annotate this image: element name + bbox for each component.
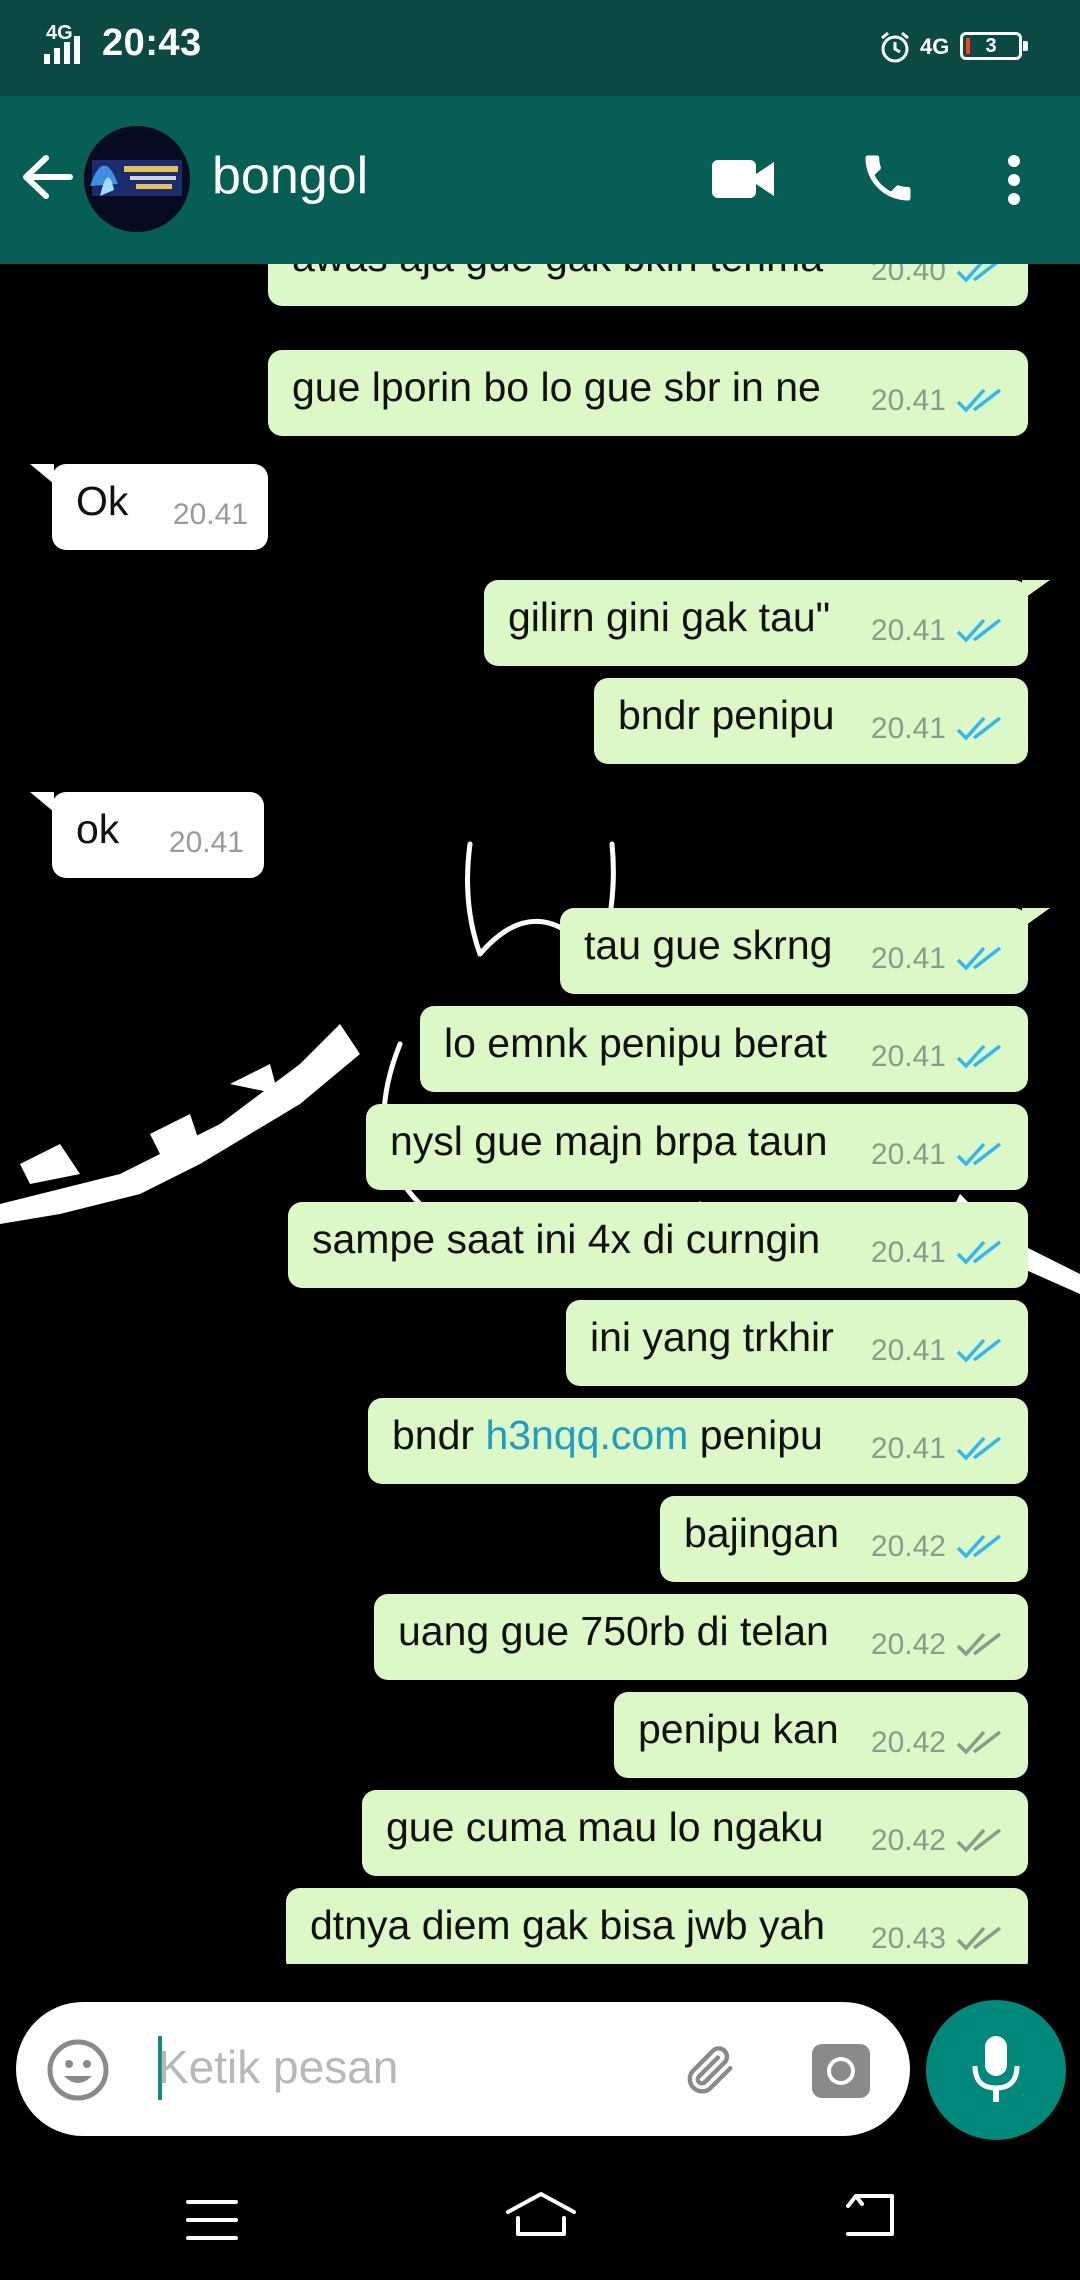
read-ticks-icon xyxy=(956,1044,1002,1069)
network-type-right: 4G xyxy=(920,34,950,59)
message-bubble[interactable]: awas aja gue gak bkln terima 20.40 xyxy=(268,264,1028,306)
status-time: 20:43 xyxy=(102,22,202,64)
message-time: 20.41 xyxy=(870,1334,946,1367)
mic-icon xyxy=(972,2036,1020,2102)
voice-call-icon[interactable] xyxy=(858,148,918,208)
message-bubble[interactable]: ini yang trkhir 20.41 xyxy=(566,1300,1028,1386)
alarm-icon xyxy=(881,31,909,63)
message-bubble[interactable]: gilirn gini gak tau" 20.41 xyxy=(484,580,1028,666)
message-text-after: penipu xyxy=(688,1412,823,1458)
message-text: lo emnk penipu berat xyxy=(444,1020,827,1066)
message-link[interactable]: h3nqq.com xyxy=(485,1412,688,1458)
voice-message-button[interactable] xyxy=(926,2000,1066,2140)
message-text: gue lporin bo lo gue sbr in ne xyxy=(292,364,821,410)
camera-icon[interactable] xyxy=(810,2040,872,2100)
message-bubble[interactable]: bndr h3nqq.com penipu 20.41 xyxy=(368,1398,1028,1484)
attach-icon[interactable] xyxy=(678,2038,744,2104)
read-ticks-icon xyxy=(956,388,1002,413)
status-bar: 4G 20:43 4G 3 xyxy=(0,0,1080,96)
delivered-ticks-icon xyxy=(956,1632,1002,1657)
read-ticks-icon xyxy=(956,1142,1002,1167)
message-bubble[interactable]: lo emnk penipu berat 20.41 xyxy=(420,1006,1028,1092)
message-text: tau gue skrng xyxy=(584,922,833,968)
message-bubble[interactable]: gue cuma mau lo ngaku 20.42 xyxy=(362,1790,1028,1876)
message-text: ini yang trkhir xyxy=(590,1314,834,1360)
message-text-before: bndr xyxy=(392,1412,486,1458)
message-text: nysl gue majn brpa taun xyxy=(390,1118,828,1164)
back-nav-icon[interactable] xyxy=(842,2192,896,2238)
message-time: 20.41 xyxy=(172,498,248,531)
chat-header: bongol xyxy=(0,96,1080,264)
bubble-tail xyxy=(30,464,54,484)
message-bubble[interactable]: bndr penipu 20.41 xyxy=(594,678,1028,764)
message-time: 20.41 xyxy=(168,826,244,859)
message-text: uang gue 750rb di telan xyxy=(398,1608,829,1654)
read-ticks-icon xyxy=(956,264,998,283)
message-text: dtnya diem gak bisa jwb yah xyxy=(310,1902,826,1948)
message-time: 20.42 xyxy=(870,1530,946,1563)
message-time: 20.40 xyxy=(870,264,946,287)
message-time: 20.42 xyxy=(870,1726,946,1759)
message-time: 20.41 xyxy=(870,1432,946,1465)
delivered-ticks-icon xyxy=(956,1828,1002,1853)
more-options-icon[interactable] xyxy=(1004,154,1024,206)
message-composer[interactable]: Ketik pesan xyxy=(16,2002,910,2136)
message-text: gue cuma mau lo ngaku xyxy=(386,1804,824,1850)
message-bubble[interactable]: ok 20.41 xyxy=(52,792,264,878)
system-nav-bar xyxy=(0,2160,1080,2280)
read-ticks-icon xyxy=(956,946,1002,971)
message-text: penipu kan xyxy=(638,1706,839,1752)
message-bubble[interactable]: gue lporin bo lo gue sbr in ne 20.41 xyxy=(268,350,1028,436)
message-time: 20.41 xyxy=(870,712,946,745)
home-nav-icon[interactable] xyxy=(504,2190,578,2238)
message-bubble[interactable]: uang gue 750rb di telan 20.42 xyxy=(374,1594,1028,1680)
message-text: bndr penipu xyxy=(618,692,835,738)
message-text: ok xyxy=(76,806,120,852)
message-time: 20.42 xyxy=(870,1824,946,1857)
delivered-ticks-icon xyxy=(956,1730,1002,1755)
message-input[interactable]: Ketik pesan xyxy=(158,2040,398,2094)
contact-name[interactable]: bongol xyxy=(212,146,368,206)
avatar-image xyxy=(84,126,190,232)
battery-icon: 3 xyxy=(960,32,1028,60)
signal-icon: 4G xyxy=(44,22,96,66)
video-call-icon[interactable] xyxy=(712,158,776,200)
message-bubble[interactable]: bajingan 20.42 xyxy=(660,1496,1028,1582)
battery-level: 3 xyxy=(985,35,997,57)
delivered-ticks-icon xyxy=(956,1926,1002,1951)
message-text: awas aja gue gak bkln terima xyxy=(292,264,823,300)
message-text: bndr h3nqq.com penipu xyxy=(392,1392,823,1478)
message-time: 20.41 xyxy=(870,1040,946,1073)
message-time: 20.41 xyxy=(870,384,946,417)
message-time: 20.41 xyxy=(870,1138,946,1171)
message-bubble[interactable]: penipu kan 20.42 xyxy=(614,1692,1028,1778)
message-time: 20.41 xyxy=(870,614,946,647)
message-bubble[interactable]: dtnya diem gak bisa jwb yah 20.43 xyxy=(286,1888,1028,1964)
read-ticks-icon xyxy=(956,1240,1002,1265)
message-time: 20.41 xyxy=(870,1236,946,1269)
message-time: 20.42 xyxy=(870,1628,946,1661)
read-ticks-icon xyxy=(956,618,1002,643)
message-bubble[interactable]: sampe saat ini 4x di curngin 20.41 xyxy=(288,1202,1028,1288)
message-bubble[interactable]: Ok 20.41 xyxy=(52,464,268,550)
contact-avatar[interactable] xyxy=(84,126,190,232)
read-ticks-icon xyxy=(956,716,1002,741)
read-ticks-icon xyxy=(956,1534,1002,1559)
back-arrow-icon[interactable] xyxy=(20,152,74,202)
read-ticks-icon xyxy=(956,1338,1002,1363)
bubble-tail xyxy=(30,792,54,812)
message-text: bajingan xyxy=(684,1510,840,1556)
read-ticks-icon xyxy=(956,1436,1002,1461)
emoji-icon[interactable] xyxy=(46,2038,110,2102)
menu-nav-icon[interactable] xyxy=(186,2198,238,2242)
message-bubble[interactable]: nysl gue majn brpa taun 20.41 xyxy=(366,1104,1028,1190)
chat-area[interactable]: awas aja gue gak bkln terima 20.40 gue l… xyxy=(0,264,1080,1964)
message-time: 20.41 xyxy=(870,942,946,975)
message-time: 20.43 xyxy=(870,1922,946,1955)
message-text: gilirn gini gak tau" xyxy=(508,594,831,640)
message-text: Ok xyxy=(76,478,129,524)
message-text: sampe saat ini 4x di curngin xyxy=(312,1216,821,1262)
message-bubble[interactable]: tau gue skrng 20.41 xyxy=(560,908,1028,994)
